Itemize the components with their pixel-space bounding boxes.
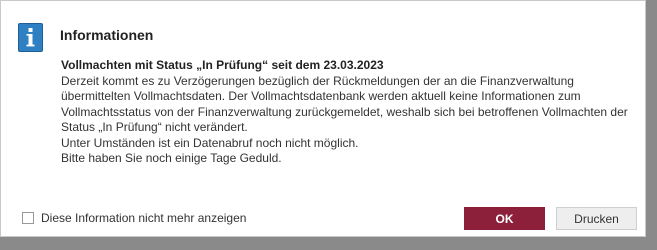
message-line: Bitte haben Sie noch einige Tage Geduld.	[61, 151, 282, 165]
message-line: Vollmachtsstatus von der Finanzverwaltun…	[61, 104, 628, 119]
info-icon	[18, 23, 43, 52]
dialog-title: Informationen	[60, 27, 154, 43]
ok-button[interactable]: OK	[464, 207, 545, 230]
message-heading: Vollmachten mit Status „In Prüfung“ seit…	[61, 58, 384, 72]
message-line: Status „In Prüfung“ nicht verändert.	[61, 120, 248, 134]
dont-show-again-label: Diese Information nicht mehr anzeigen	[41, 211, 247, 225]
message-line: Unter Umständen ist ein Datenabruf noch …	[61, 135, 359, 150]
message-line: übermittelten Vollmachtsdaten. Der Vollm…	[61, 89, 581, 103]
message-line: Derzeit kommt es zu Verzögerungen bezügl…	[61, 73, 574, 88]
dont-show-again-checkbox[interactable]	[22, 212, 34, 224]
information-dialog: Informationen Vollmachten mit Status „In…	[0, 0, 646, 237]
print-button[interactable]: Drucken	[556, 207, 637, 230]
message-body: Vollmachten mit Status „In Prüfung“ seit…	[61, 58, 641, 167]
dont-show-again-option[interactable]: Diese Information nicht mehr anzeigen	[22, 211, 246, 225]
